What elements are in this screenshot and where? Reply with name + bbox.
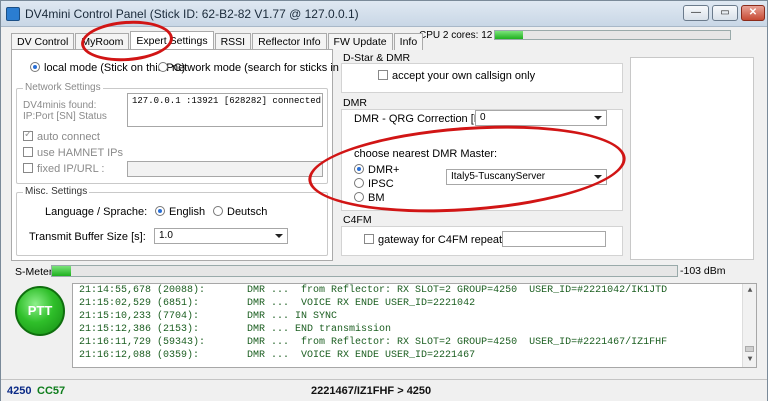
network-settings-group: Network Settings DV4minis found: IP:Port… xyxy=(16,82,328,184)
log-line: 21:16:11,729 (59343): DMR ... from Refle… xyxy=(79,337,668,348)
c4fm-gateway-checkbox[interactable] xyxy=(364,234,374,244)
network-mode-radio[interactable] xyxy=(158,62,168,72)
smeter-bar xyxy=(51,265,678,277)
english-option[interactable]: English xyxy=(155,206,205,218)
fixed-ip-option[interactable]: fixed IP/URL : xyxy=(23,163,104,175)
dv4mini-list[interactable]: 127.0.0.1 :13921 [628282] connected xyxy=(127,93,323,127)
tab-dv-control[interactable]: DV Control xyxy=(11,33,75,50)
misc-settings-title: Misc. Settings xyxy=(23,186,90,197)
tab-fw-update[interactable]: FW Update xyxy=(327,33,393,50)
smeter-fill xyxy=(52,266,71,276)
tab-reflector-info[interactable]: Reflector Info xyxy=(252,33,327,50)
log-line: 21:15:02,529 (6851): DMR ... VOICE RX EN… xyxy=(79,298,476,309)
maximize-button[interactable]: ▭ xyxy=(712,5,738,21)
deutsch-radio[interactable] xyxy=(213,206,223,216)
scroll-thumb[interactable] xyxy=(745,346,754,352)
smeter-label: S-Meter: xyxy=(15,266,56,278)
app-window: DV4mini Control Panel (Stick ID: 62-B2-8… xyxy=(0,0,768,401)
accept-callsign-option[interactable]: accept your own callsign only xyxy=(378,70,535,82)
close-button[interactable]: ✕ xyxy=(741,5,765,21)
english-radio[interactable] xyxy=(155,206,165,216)
cpu-progress-bar xyxy=(494,30,731,40)
chevron-down-icon xyxy=(594,116,602,120)
fixed-ip-checkbox[interactable] xyxy=(23,163,33,173)
auto-connect-checkbox[interactable] xyxy=(23,129,33,141)
smeter-value: -103 dBm xyxy=(680,265,726,277)
local-mode-radio[interactable] xyxy=(30,62,40,72)
log-line: 21:15:12,386 (2153): DMR ... END transmi… xyxy=(79,324,392,335)
status-talkgroup: 4250 xyxy=(7,385,32,397)
dstar-dmr-panel: accept your own callsign only xyxy=(341,63,623,93)
tab-strip: DV Control MyRoom Expert Settings RSSI R… xyxy=(11,31,424,50)
cpu-label: CPU 2 cores: 12 % xyxy=(419,30,505,41)
scroll-down-icon[interactable]: ▼ xyxy=(743,353,756,367)
c4fm-title: C4FM xyxy=(343,214,372,226)
fixed-ip-input[interactable] xyxy=(127,161,323,177)
status-bar: 4250 CC57 2221467/IZ1FHF > 4250 xyxy=(1,379,767,401)
minimize-button[interactable]: — xyxy=(683,5,709,21)
scroll-up-icon[interactable]: ▲ xyxy=(743,284,756,298)
status-last-call: 2221467/IZ1FHF > 4250 xyxy=(311,385,432,397)
qrg-correction-select[interactable]: 0 xyxy=(475,110,607,126)
log-output[interactable]: 21:14:55,678 (20088): DMR ... from Refle… xyxy=(72,283,757,368)
language-label: Language / Sprache: xyxy=(45,206,148,218)
qrg-correction-label: DMR - QRG Correction [HZ]: xyxy=(354,113,495,125)
c4fm-gateway-input[interactable] xyxy=(502,231,606,247)
log-line: 21:16:12,088 (0359): DMR ... VOICE RX EN… xyxy=(79,350,476,361)
log-scrollbar[interactable]: ▲ ▼ xyxy=(742,284,756,367)
accept-callsign-checkbox[interactable] xyxy=(378,70,388,80)
network-settings-title: Network Settings xyxy=(23,82,103,93)
ip-port-label: IP:Port [SN] Status xyxy=(23,111,107,122)
cpu-progress-fill xyxy=(495,31,524,39)
ptt-button[interactable]: PTT xyxy=(15,286,65,336)
tab-info[interactable]: Info xyxy=(393,33,424,50)
tab-rssi[interactable]: RSSI xyxy=(214,33,252,50)
buffer-size-select[interactable]: 1.0 xyxy=(154,228,288,244)
deutsch-option[interactable]: Deutsch xyxy=(213,206,267,218)
misc-settings-group: Misc. Settings Language / Sprache: Engli… xyxy=(16,186,328,256)
c4fm-panel: gateway for C4FM repeater call: xyxy=(341,226,623,256)
expert-settings-panel: local mode (Stick on this PC) network mo… xyxy=(11,49,380,261)
window-title: DV4mini Control Panel (Stick ID: 62-B2-8… xyxy=(25,7,359,21)
log-line: 21:15:10,233 (7704): DMR ... IN SYNC xyxy=(79,311,338,322)
hamnet-checkbox[interactable] xyxy=(23,147,33,157)
auto-connect-option[interactable]: auto connect xyxy=(23,129,100,143)
buffer-size-label: Transmit Buffer Size [s]: xyxy=(29,231,146,243)
log-line: 21:14:55,678 (20088): DMR ... from Refle… xyxy=(79,285,668,296)
side-info-box xyxy=(630,57,754,260)
status-color-code: CC57 xyxy=(37,385,66,397)
dmr-title: DMR xyxy=(343,97,367,109)
chevron-down-icon xyxy=(275,234,283,238)
hamnet-option[interactable]: use HAMNET IPs xyxy=(23,147,123,159)
dv4minis-found-label: DV4minis found: xyxy=(23,100,97,111)
app-icon xyxy=(6,7,20,21)
